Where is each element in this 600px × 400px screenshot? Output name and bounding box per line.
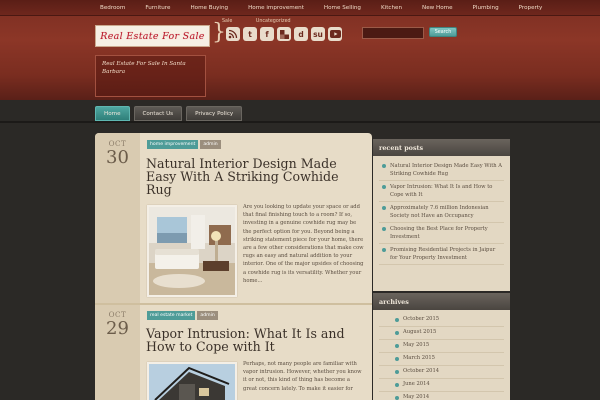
logo-brace-decoration: } bbox=[212, 20, 226, 45]
post-excerpt: Perhaps, not many people are familiar wi… bbox=[243, 361, 362, 392]
post-author-tag[interactable]: admin bbox=[197, 311, 218, 320]
main-nav-privacy-policy[interactable]: Privacy Policy bbox=[186, 106, 243, 121]
facebook-icon[interactable]: f bbox=[260, 27, 274, 41]
youtube-icon[interactable] bbox=[328, 27, 342, 41]
twitter-icon[interactable]: t bbox=[243, 27, 257, 41]
bullet-icon bbox=[382, 227, 386, 231]
house-image bbox=[149, 364, 235, 400]
post-author-tag[interactable]: admin bbox=[200, 140, 221, 149]
search-button[interactable]: Search bbox=[429, 27, 457, 37]
top-nav-item-kitchen[interactable]: Kitchen bbox=[371, 5, 412, 11]
sidebar: recent posts Natural Interior Design Mad… bbox=[373, 139, 510, 400]
bullet-icon bbox=[395, 395, 399, 400]
recent-post-link[interactable]: Natural Interior Design Made Easy With A… bbox=[379, 160, 504, 181]
post-item: OCT 30 home improvement admin Natural In… bbox=[95, 133, 372, 303]
bullet-icon bbox=[382, 185, 386, 189]
post-date: OCT 30 bbox=[95, 139, 140, 168]
bullet-icon bbox=[395, 369, 399, 374]
stumbleupon-icon[interactable]: su bbox=[311, 27, 325, 41]
recent-posts-title: recent posts bbox=[373, 139, 510, 156]
post-tags: home improvement admin bbox=[147, 140, 221, 149]
bullet-icon bbox=[395, 356, 399, 361]
archive-link[interactable]: August 2015 bbox=[379, 327, 504, 340]
archive-link[interactable]: May 2015 bbox=[379, 340, 504, 353]
delicious-icon[interactable] bbox=[277, 27, 291, 41]
archives-widget: October 2015 August 2015 May 2015 March … bbox=[373, 310, 510, 400]
top-nav-item-home-buying[interactable]: Home Buying bbox=[180, 5, 238, 11]
recent-post-link[interactable]: Approximately 7.6 million Indonesian Soc… bbox=[379, 202, 504, 223]
recent-post-link[interactable]: Vapor Intrusion: What It Is and How to C… bbox=[379, 181, 504, 202]
main-nav-home[interactable]: Home bbox=[95, 106, 130, 121]
post-category-tag[interactable]: home improvement bbox=[147, 140, 199, 149]
bullet-icon bbox=[395, 343, 399, 348]
post-date-day: 30 bbox=[106, 147, 129, 168]
post-category-tag[interactable]: real estate market bbox=[147, 311, 196, 320]
top-nav-item-new-home[interactable]: New Home bbox=[412, 5, 463, 11]
post-title[interactable]: Vapor Intrusion: What It Is and How to C… bbox=[146, 327, 364, 353]
bullet-icon bbox=[382, 248, 386, 252]
post-tags: real estate market admin bbox=[147, 311, 218, 320]
living-room-image bbox=[149, 207, 235, 295]
main-nav-contact-us[interactable]: Contact Us bbox=[133, 106, 183, 121]
logo-text: Real Estate For Sale bbox=[100, 30, 205, 42]
recent-post-link[interactable]: Promising Residential Projects in Jaipur… bbox=[379, 244, 504, 265]
category-link-uncategorized[interactable]: Uncategorized bbox=[256, 19, 291, 24]
post-date: OCT 29 bbox=[95, 310, 140, 339]
top-nav-item-plumbing[interactable]: Plumbing bbox=[463, 5, 509, 11]
post-thumbnail[interactable] bbox=[147, 362, 237, 400]
post-excerpt: Are you looking to update your space or … bbox=[243, 204, 364, 284]
category-link-sale[interactable]: Sale bbox=[222, 19, 232, 24]
main-nav: Home Contact Us Privacy Policy bbox=[95, 106, 243, 121]
site-tagline: Real Estate For Sale In Santa Barbara bbox=[95, 55, 206, 97]
top-nav-item-bedroom[interactable]: Bedroom bbox=[90, 5, 135, 11]
bullet-icon bbox=[382, 206, 386, 210]
bullet-icon bbox=[395, 330, 399, 335]
social-icons: t f d su bbox=[226, 27, 342, 41]
post-item: OCT 29 real estate market admin Vapor In… bbox=[95, 305, 372, 400]
site-header: Bedroom Furniture Home Buying Home impro… bbox=[0, 0, 600, 100]
post-date-day: 29 bbox=[106, 318, 129, 339]
top-category-nav: Bedroom Furniture Home Buying Home impro… bbox=[0, 0, 600, 16]
top-nav-item-property[interactable]: Property bbox=[509, 5, 553, 11]
bullet-icon bbox=[382, 164, 386, 168]
digg-icon[interactable]: d bbox=[294, 27, 308, 41]
archive-link[interactable]: October 2015 bbox=[379, 314, 504, 327]
header-category-links: Sale Uncategorized bbox=[222, 19, 313, 24]
bullet-icon bbox=[395, 317, 399, 322]
bullet-icon bbox=[395, 382, 399, 387]
top-nav-item-furniture[interactable]: Furniture bbox=[135, 5, 180, 11]
archive-link[interactable]: March 2015 bbox=[379, 353, 504, 366]
recent-posts-widget: Natural Interior Design Made Easy With A… bbox=[373, 156, 510, 291]
recent-post-link[interactable]: Choosing the Best Place for Property Inv… bbox=[379, 223, 504, 244]
post-thumbnail[interactable] bbox=[147, 205, 237, 297]
nav-divider bbox=[0, 121, 600, 123]
post-title[interactable]: Natural Interior Design Made Easy With A… bbox=[146, 157, 364, 196]
archives-title: archives bbox=[373, 293, 510, 310]
site-logo[interactable]: Real Estate For Sale bbox=[95, 25, 210, 47]
archive-link[interactable]: October 2014 bbox=[379, 366, 504, 379]
rss-icon[interactable] bbox=[226, 27, 240, 41]
search-input[interactable] bbox=[362, 27, 424, 39]
top-nav-item-home-selling[interactable]: Home Selling bbox=[314, 5, 371, 11]
archive-link[interactable]: June 2014 bbox=[379, 379, 504, 392]
archive-link[interactable]: May 2014 bbox=[379, 392, 504, 400]
top-nav-item-home-improvement[interactable]: Home improvement bbox=[238, 5, 314, 11]
